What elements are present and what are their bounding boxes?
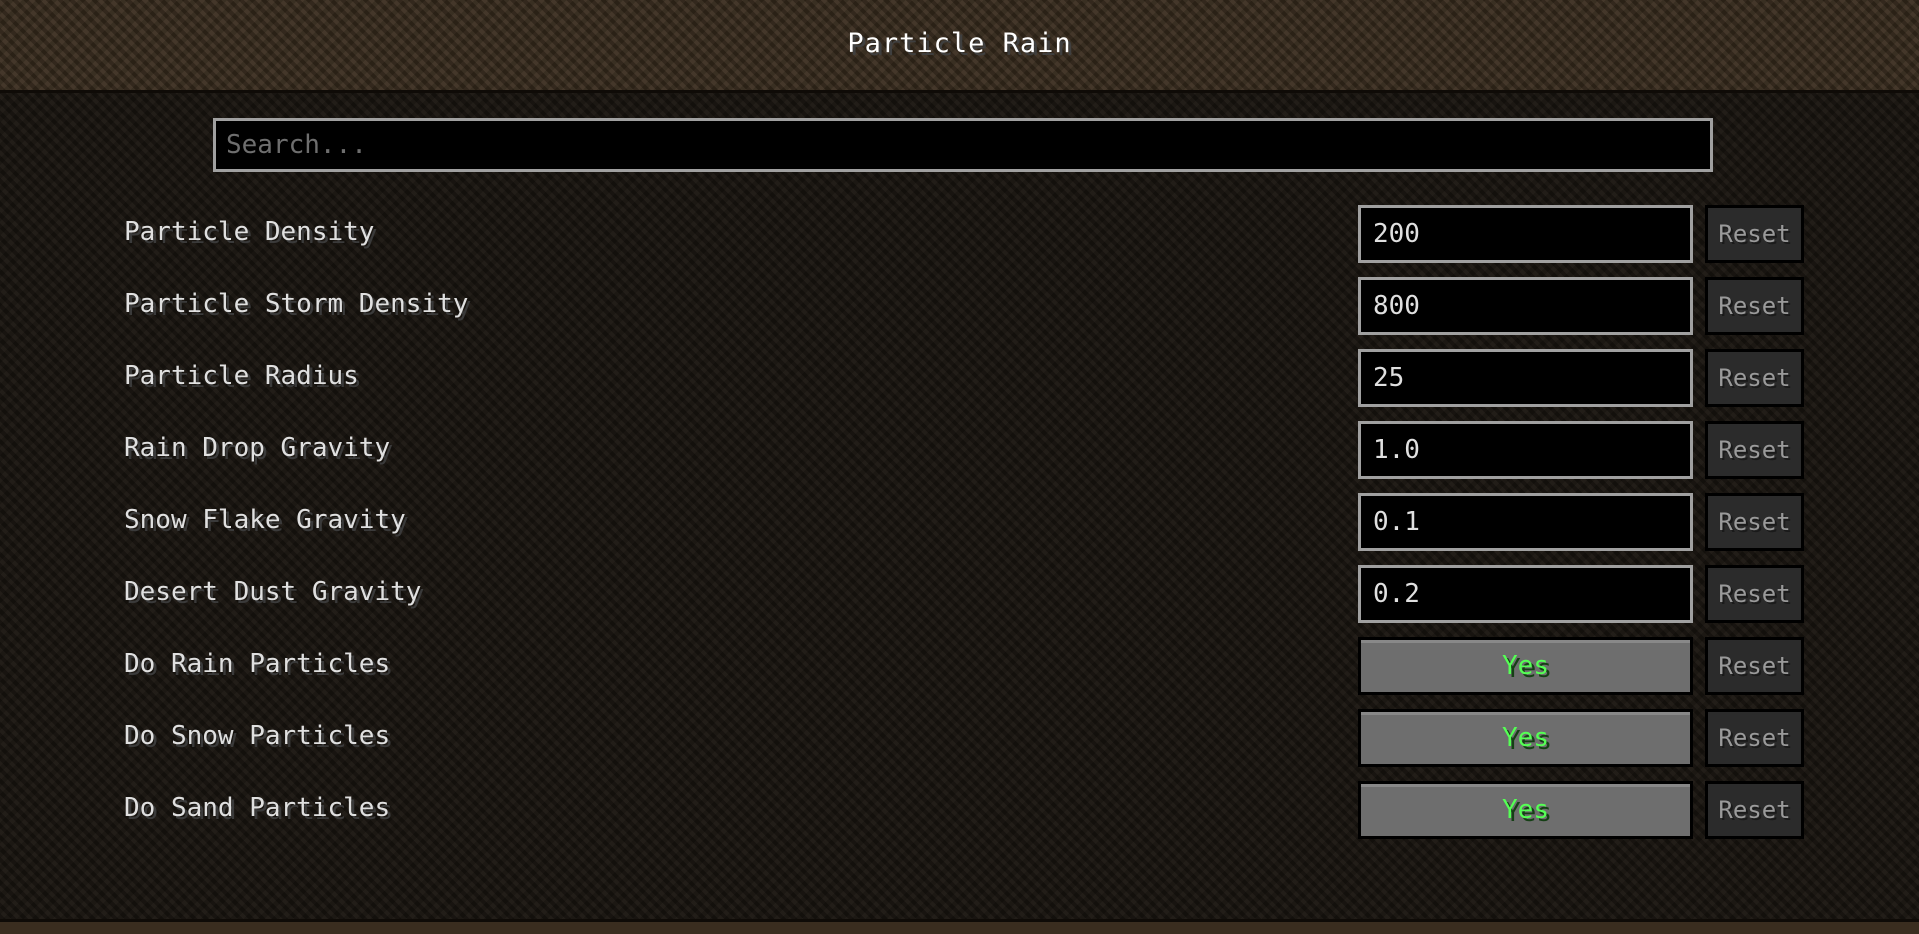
reset-button[interactable]: Reset	[1705, 421, 1804, 479]
setting-row-rain-drop-gravity: Rain Drop Gravity Reset	[0, 421, 1919, 479]
setting-label: Particle Density	[124, 217, 375, 247]
particle-radius-field[interactable]	[1358, 349, 1693, 407]
reset-button[interactable]: Reset	[1705, 277, 1804, 335]
reset-button[interactable]: Reset	[1705, 781, 1804, 839]
do-sand-particles-toggle[interactable]: Yes	[1358, 781, 1693, 839]
footer-bar	[0, 919, 1919, 934]
reset-button[interactable]: Reset	[1705, 493, 1804, 551]
screen-title: Particle Rain	[847, 28, 1072, 59]
setting-label: Do Snow Particles	[124, 721, 391, 751]
setting-row-desert-dust-gravity: Desert Dust Gravity Reset	[0, 565, 1919, 623]
particle-density-field[interactable]	[1358, 205, 1693, 263]
reset-button[interactable]: Reset	[1705, 709, 1804, 767]
setting-label: Desert Dust Gravity	[124, 577, 422, 607]
setting-row-particle-radius: Particle Radius Reset	[0, 349, 1919, 407]
rain-drop-gravity-field[interactable]	[1358, 421, 1693, 479]
do-snow-particles-toggle[interactable]: Yes	[1358, 709, 1693, 767]
setting-label: Particle Radius	[124, 361, 359, 391]
setting-row-particle-storm-density: Particle Storm Density Reset	[0, 277, 1919, 335]
setting-label: Rain Drop Gravity	[124, 433, 391, 463]
setting-label: Particle Storm Density	[124, 289, 469, 319]
desert-dust-gravity-field[interactable]	[1358, 565, 1693, 623]
snow-flake-gravity-field[interactable]	[1358, 493, 1693, 551]
particle-storm-density-field[interactable]	[1358, 277, 1693, 335]
search-input[interactable]	[213, 118, 1713, 172]
setting-row-do-snow-particles: Do Snow Particles Yes Reset	[0, 709, 1919, 767]
setting-label: Snow Flake Gravity	[124, 505, 406, 535]
setting-row-particle-density: Particle Density Reset	[0, 205, 1919, 263]
reset-button[interactable]: Reset	[1705, 349, 1804, 407]
setting-label: Do Rain Particles	[124, 649, 391, 679]
reset-button[interactable]: Reset	[1705, 205, 1804, 263]
config-screen: Particle Rain Particle Density Reset Par…	[0, 0, 1919, 934]
setting-label: Do Sand Particles	[124, 793, 391, 823]
setting-row-do-sand-particles: Do Sand Particles Yes Reset	[0, 781, 1919, 839]
setting-row-do-rain-particles: Do Rain Particles Yes Reset	[0, 637, 1919, 695]
setting-row-snow-flake-gravity: Snow Flake Gravity Reset	[0, 493, 1919, 551]
header-bar: Particle Rain	[0, 0, 1919, 93]
reset-button[interactable]: Reset	[1705, 565, 1804, 623]
reset-button[interactable]: Reset	[1705, 637, 1804, 695]
do-rain-particles-toggle[interactable]: Yes	[1358, 637, 1693, 695]
